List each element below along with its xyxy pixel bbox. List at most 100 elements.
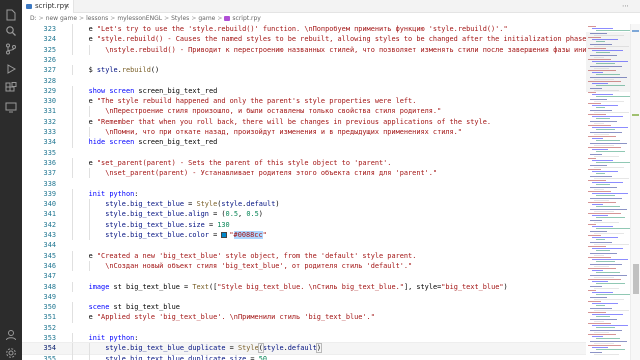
line-number[interactable]: 353	[22, 333, 56, 343]
code-line[interactable]: 339 init python:	[22, 188, 586, 200]
breadcrumb-item[interactable]: mylessonENGL	[117, 15, 162, 22]
breadcrumb-item[interactable]: new game	[46, 15, 77, 22]
breadcrumb-item[interactable]: script.rpy	[232, 15, 260, 22]
code-line[interactable]: 324 e "style.rebuild() - Causes the named…	[22, 34, 586, 45]
minimap-line	[588, 103, 601, 104]
line-number[interactable]: 355	[22, 354, 56, 360]
line-number[interactable]: 327	[22, 65, 56, 75]
line-number[interactable]: 347	[22, 271, 56, 281]
settings-gear-icon[interactable]	[5, 344, 17, 358]
code-line[interactable]: 349	[22, 292, 586, 302]
code-line[interactable]: 329 show screen screen_big_text_red	[22, 85, 586, 97]
code-line[interactable]: 331 \nПерестроение стиля произошло, и был…	[22, 106, 586, 117]
code-line[interactable]: 338	[22, 179, 586, 189]
account-icon[interactable]	[5, 326, 17, 341]
code-line[interactable]: 340 style.big_text_blue = Style(style.def…	[22, 199, 586, 210]
code-line[interactable]: 336 e "set_parent(parent) - Sets the pare…	[22, 157, 586, 169]
line-number[interactable]: 349	[22, 292, 56, 302]
line-number[interactable]: 326	[22, 55, 56, 65]
remote-icon[interactable]	[5, 98, 17, 113]
scrollbar-thumb[interactable]	[633, 264, 639, 294]
code-line[interactable]: 346 \nСоздан новый объект стиля 'big_text…	[22, 260, 586, 272]
line-number[interactable]: 329	[22, 86, 56, 96]
code-line[interactable]: 354 style.big_text_blue_duplicate = Style…	[22, 342, 586, 355]
line-number[interactable]: 341	[22, 209, 56, 219]
code-line[interactable]: 347	[22, 271, 586, 281]
breadcrumb-item[interactable]: D:	[30, 15, 37, 22]
line-number[interactable]: 351	[22, 312, 56, 322]
line-number[interactable]: 345	[22, 251, 56, 261]
breadcrumb-item[interactable]: lessons	[86, 15, 108, 22]
code-line[interactable]: 348 image st big_text_blue = Text(["Style…	[22, 281, 586, 292]
more-actions-icon[interactable]: ⋯	[622, 2, 634, 10]
line-number[interactable]: 352	[22, 323, 56, 333]
code-line[interactable]: 330 e "The style rebuild happened and onl…	[22, 96, 586, 107]
breadcrumb-separator: >	[191, 15, 197, 22]
minimap-line	[596, 206, 620, 208]
code-token: \nПомни, что при откате назад, произойду…	[105, 128, 462, 136]
code-line[interactable]: 335	[22, 148, 586, 158]
code-line[interactable]: 343 style.big_text_blue.color = "#0088cc"	[22, 230, 586, 241]
line-number[interactable]: 334	[22, 137, 56, 147]
line-number[interactable]: 325	[22, 45, 56, 55]
line-number[interactable]: 342	[22, 220, 56, 230]
vertical-scrollbar[interactable]	[630, 24, 640, 360]
line-number[interactable]: 330	[22, 96, 56, 106]
run-debug-icon[interactable]	[5, 60, 17, 74]
code-text: e "Remember that when you roll back, the…	[89, 117, 491, 127]
code-line[interactable]: 334 hide screen screen_big_text_red	[22, 137, 586, 148]
code-line[interactable]: 333 \nПомни, что при откате назад, произо…	[22, 127, 586, 138]
search-icon[interactable]	[5, 22, 17, 36]
code-line[interactable]: 353 init python:	[22, 333, 586, 344]
code-line[interactable]: 345 e "Created a new 'big_text_blue' styl…	[22, 250, 586, 261]
code-line[interactable]: 323 e "Let's try to use the 'style.rebuil…	[22, 24, 586, 35]
line-number[interactable]: 348	[22, 282, 56, 292]
close-icon[interactable]: ×	[64, 0, 70, 13]
line-number[interactable]: 323	[22, 24, 56, 34]
line-number[interactable]: 338	[22, 179, 56, 189]
line-number[interactable]: 344	[22, 240, 56, 250]
minimap[interactable]	[586, 24, 630, 360]
line-number[interactable]: 343	[22, 230, 56, 240]
minimap-line	[594, 276, 614, 278]
line-number[interactable]: 328	[22, 76, 56, 86]
code-line[interactable]: 350 scene st big_text_blue	[22, 302, 586, 313]
code-line[interactable]: 328	[22, 76, 586, 86]
tab-script-rpy[interactable]: script.rpy ×	[22, 0, 74, 13]
line-number[interactable]: 354	[22, 343, 56, 353]
explorer-icon[interactable]	[5, 6, 17, 21]
code-line[interactable]: 341 style.big_text_blue.align = (0.5, 0.5…	[22, 209, 586, 220]
code-line[interactable]: 352	[22, 323, 586, 333]
code-token: "big_text_blue"	[441, 282, 504, 291]
code-line[interactable]: 342 style.big_text_blue.size = 130	[22, 219, 586, 230]
code-token: scene	[88, 303, 110, 312]
line-number[interactable]: 336	[22, 158, 56, 168]
line-number[interactable]: 335	[22, 148, 56, 158]
indent-guide	[72, 96, 73, 107]
extensions-icon[interactable]	[5, 79, 17, 92]
line-number[interactable]: 331	[22, 106, 56, 116]
line-number[interactable]: 350	[22, 302, 56, 312]
code-line[interactable]: 351 e "Applied style 'big_text_blue'. \nП…	[22, 312, 586, 323]
line-number[interactable]: 333	[22, 127, 56, 137]
color-swatch[interactable]	[221, 231, 228, 238]
code-line[interactable]: 325 \nstyle.rebuild() - Приводит к перест…	[22, 44, 586, 55]
minimap-line	[592, 303, 618, 305]
minimap-line	[590, 120, 617, 122]
line-number[interactable]: 337	[22, 168, 56, 178]
breadcrumb-item[interactable]: Styles	[171, 15, 189, 22]
line-number[interactable]: 324	[22, 34, 56, 44]
code-line[interactable]: 327 $ style.rebuild()	[22, 65, 586, 76]
source-control-icon[interactable]	[5, 40, 17, 55]
code-line[interactable]: 332 e "Remember that when you roll back, …	[22, 116, 586, 127]
code-line[interactable]: 337 \nset_parent(parent) - Устанавливает …	[22, 168, 586, 179]
line-number[interactable]: 346	[22, 261, 56, 271]
code-editor[interactable]: 323 e "Let's try to use the 'style.rebuil…	[22, 24, 586, 360]
code-line[interactable]: 326	[22, 55, 586, 65]
code-line[interactable]: 344	[22, 240, 586, 250]
line-number[interactable]: 340	[22, 199, 56, 209]
code-line[interactable]: 355 style.big_text_blue_duplicate.size = …	[22, 353, 586, 360]
breadcrumb-item[interactable]: game	[198, 15, 215, 22]
line-number[interactable]: 332	[22, 117, 56, 127]
line-number[interactable]: 339	[22, 189, 56, 199]
